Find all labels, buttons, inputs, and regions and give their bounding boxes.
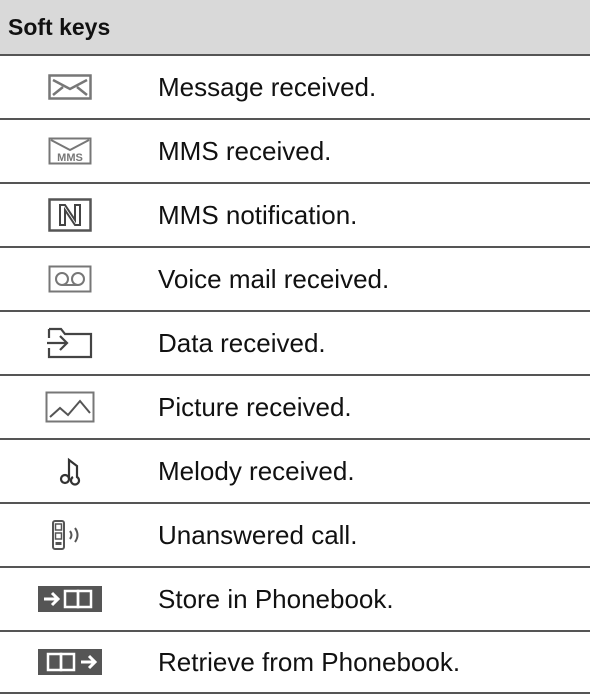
row-label: Store in Phonebook. [158,583,394,614]
row-label: Unanswered call. [158,519,358,550]
table-row: Data received. [0,312,590,376]
store-phonebook-icon [0,586,140,612]
row-label: Message received. [158,71,377,102]
mms-envelope-icon: MMS [0,137,140,165]
row-label: Retrieve from Phonebook. [158,646,461,677]
unanswered-call-icon [0,519,140,551]
table-header: Soft keys [0,0,590,56]
table-row: MMS notification. [0,184,590,248]
row-label: Picture received. [158,391,352,422]
table-row: MMS MMS received. [0,120,590,184]
row-label: Voice mail received. [158,263,390,294]
retrieve-phonebook-icon [0,649,140,675]
table-row: Melody received. [0,440,590,504]
picture-icon [0,391,140,423]
svg-text:MMS: MMS [57,152,83,164]
melody-note-icon [0,455,140,487]
envelope-icon [0,74,140,100]
row-label: Melody received. [158,455,355,486]
data-received-icon [0,326,140,360]
table-row: Picture received. [0,376,590,440]
table-row: Voice mail received. [0,248,590,312]
soft-keys-table: Soft keys Message received. MMS MMS rece… [0,0,590,694]
voicemail-icon [0,265,140,293]
row-label: MMS notification. [158,199,358,230]
mms-notification-icon [0,198,140,232]
table-row: Unanswered call. [0,504,590,568]
row-label: MMS received. [158,135,332,166]
table-row: Store in Phonebook. [0,568,590,632]
row-label: Data received. [158,327,326,358]
table-row: Retrieve from Phonebook. [0,632,590,694]
table-row: Message received. [0,56,590,120]
